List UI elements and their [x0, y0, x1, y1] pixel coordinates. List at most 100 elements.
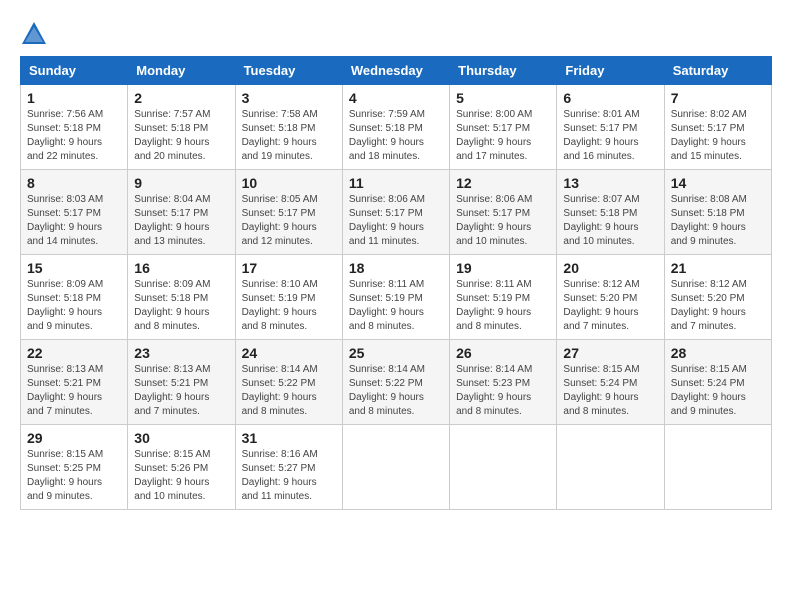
day-info: Sunrise: 7:57 AMSunset: 5:18 PMDaylight:… — [134, 108, 228, 164]
calendar-cell: 7Sunrise: 8:02 AMSunset: 5:17 PMDaylight… — [664, 85, 771, 170]
day-info: Sunrise: 8:12 AMSunset: 5:20 PMDaylight:… — [563, 278, 657, 334]
day-info: Sunrise: 8:13 AMSunset: 5:21 PMDaylight:… — [134, 363, 228, 419]
calendar-cell: 27 Sunrise: 8:15 AMSunset: 5:24 PMDayligh… — [557, 340, 664, 425]
day-info: Sunrise: 8:14 AMSunset: 5:22 PMDaylight:… — [242, 363, 336, 419]
day-number: 6 — [563, 90, 657, 106]
calendar-cell: 2 Sunrise: 7:57 AMSunset: 5:18 PMDaylight… — [128, 85, 235, 170]
day-number: 16 — [134, 260, 228, 276]
calendar-cell: 9Sunrise: 8:04 AMSunset: 5:17 PMDaylight… — [128, 170, 235, 255]
day-number: 29 — [27, 430, 121, 446]
calendar-cell — [342, 425, 449, 510]
day-info: Sunrise: 8:01 AMSunset: 5:17 PMDaylight:… — [563, 108, 657, 164]
calendar-cell: 4Sunrise: 7:59 AMSunset: 5:18 PMDaylight… — [342, 85, 449, 170]
calendar-cell — [664, 425, 771, 510]
calendar-cell: 25 Sunrise: 8:14 AMSunset: 5:22 PMDayligh… — [342, 340, 449, 425]
day-info: Sunrise: 8:03 AMSunset: 5:17 PMDaylight:… — [27, 193, 121, 249]
calendar-cell — [557, 425, 664, 510]
day-number: 2 — [134, 90, 228, 106]
day-header-monday: Monday — [128, 57, 235, 85]
day-info: Sunrise: 8:15 AMSunset: 5:26 PMDaylight:… — [134, 448, 228, 504]
day-info: Sunrise: 8:05 AMSunset: 5:17 PMDaylight:… — [242, 193, 336, 249]
day-number: 30 — [134, 430, 228, 446]
day-number: 18 — [349, 260, 443, 276]
day-number: 8 — [27, 175, 121, 191]
day-header-sunday: Sunday — [21, 57, 128, 85]
day-info: Sunrise: 8:15 AMSunset: 5:24 PMDaylight:… — [671, 363, 765, 419]
day-number: 1 — [27, 90, 121, 106]
day-info: Sunrise: 7:56 AMSunset: 5:18 PMDaylight:… — [27, 108, 121, 164]
calendar-cell: 8 Sunrise: 8:03 AMSunset: 5:17 PMDaylight… — [21, 170, 128, 255]
day-info: Sunrise: 8:09 AMSunset: 5:18 PMDaylight:… — [134, 278, 228, 334]
day-number: 12 — [456, 175, 550, 191]
day-number: 14 — [671, 175, 765, 191]
calendar-cell — [450, 425, 557, 510]
calendar-cell: 28 Sunrise: 8:15 AMSunset: 5:24 PMDayligh… — [664, 340, 771, 425]
logo — [20, 20, 52, 48]
day-number: 28 — [671, 345, 765, 361]
day-info: Sunrise: 8:13 AMSunset: 5:21 PMDaylight:… — [27, 363, 121, 419]
calendar-cell: 12 Sunrise: 8:06 AMSunset: 5:17 PMDayligh… — [450, 170, 557, 255]
day-number: 17 — [242, 260, 336, 276]
day-number: 27 — [563, 345, 657, 361]
calendar-cell: 5 Sunrise: 8:00 AMSunset: 5:17 PMDaylight… — [450, 85, 557, 170]
calendar-cell: 3Sunrise: 7:58 AMSunset: 5:18 PMDaylight… — [235, 85, 342, 170]
day-info: Sunrise: 8:06 AMSunset: 5:17 PMDaylight:… — [456, 193, 550, 249]
day-info: Sunrise: 8:15 AMSunset: 5:24 PMDaylight:… — [563, 363, 657, 419]
day-info: Sunrise: 8:10 AMSunset: 5:19 PMDaylight:… — [242, 278, 336, 334]
calendar-cell: 14 Sunrise: 8:08 AMSunset: 5:18 PMDayligh… — [664, 170, 771, 255]
day-number: 23 — [134, 345, 228, 361]
calendar-cell: 19Sunrise: 8:11 AMSunset: 5:19 PMDayligh… — [450, 255, 557, 340]
calendar-cell: 13Sunrise: 8:07 AMSunset: 5:18 PMDayligh… — [557, 170, 664, 255]
calendar-week-row: 15 Sunrise: 8:09 AMSunset: 5:18 PMDayligh… — [21, 255, 772, 340]
day-info: Sunrise: 8:09 AMSunset: 5:18 PMDaylight:… — [27, 278, 121, 334]
calendar-week-row: 8 Sunrise: 8:03 AMSunset: 5:17 PMDaylight… — [21, 170, 772, 255]
day-info: Sunrise: 8:08 AMSunset: 5:18 PMDaylight:… — [671, 193, 765, 249]
day-info: Sunrise: 8:15 AMSunset: 5:25 PMDaylight:… — [27, 448, 121, 504]
calendar-cell: 6 Sunrise: 8:01 AMSunset: 5:17 PMDaylight… — [557, 85, 664, 170]
logo-icon — [20, 20, 48, 48]
calendar-cell: 17 Sunrise: 8:10 AMSunset: 5:19 PMDayligh… — [235, 255, 342, 340]
day-number: 26 — [456, 345, 550, 361]
day-number: 25 — [349, 345, 443, 361]
day-info: Sunrise: 8:14 AMSunset: 5:23 PMDaylight:… — [456, 363, 550, 419]
day-info: Sunrise: 8:04 AMSunset: 5:17 PMDaylight:… — [134, 193, 228, 249]
calendar-week-row: 1 Sunrise: 7:56 AMSunset: 5:18 PMDaylight… — [21, 85, 772, 170]
day-number: 10 — [242, 175, 336, 191]
day-number: 24 — [242, 345, 336, 361]
day-number: 5 — [456, 90, 550, 106]
day-number: 22 — [27, 345, 121, 361]
calendar-cell: 21 Sunrise: 8:12 AMSunset: 5:20 PMDayligh… — [664, 255, 771, 340]
day-number: 13 — [563, 175, 657, 191]
calendar-cell: 16 Sunrise: 8:09 AMSunset: 5:18 PMDayligh… — [128, 255, 235, 340]
day-info: Sunrise: 8:16 AMSunset: 5:27 PMDaylight:… — [242, 448, 336, 504]
day-number: 15 — [27, 260, 121, 276]
calendar-cell: 10 Sunrise: 8:05 AMSunset: 5:17 PMDayligh… — [235, 170, 342, 255]
day-info: Sunrise: 8:11 AMSunset: 5:19 PMDaylight:… — [349, 278, 443, 334]
day-number: 21 — [671, 260, 765, 276]
calendar-cell: 29 Sunrise: 8:15 AMSunset: 5:25 PMDayligh… — [21, 425, 128, 510]
calendar-cell: 18 Sunrise: 8:11 AMSunset: 5:19 PMDayligh… — [342, 255, 449, 340]
day-number: 3 — [242, 90, 336, 106]
day-number: 31 — [242, 430, 336, 446]
day-number: 20 — [563, 260, 657, 276]
header — [20, 20, 772, 48]
day-header-friday: Friday — [557, 57, 664, 85]
day-number: 11 — [349, 175, 443, 191]
day-info: Sunrise: 8:02 AMSunset: 5:17 PMDaylight:… — [671, 108, 765, 164]
calendar-cell: 22 Sunrise: 8:13 AMSunset: 5:21 PMDayligh… — [21, 340, 128, 425]
day-info: Sunrise: 8:00 AMSunset: 5:17 PMDaylight:… — [456, 108, 550, 164]
calendar-header-row: SundayMondayTuesdayWednesdayThursdayFrid… — [21, 57, 772, 85]
day-info: Sunrise: 8:12 AMSunset: 5:20 PMDaylight:… — [671, 278, 765, 334]
day-info: Sunrise: 8:11 AMSunset: 5:19 PMDaylight:… — [456, 278, 550, 334]
calendar-cell: 23 Sunrise: 8:13 AMSunset: 5:21 PMDayligh… — [128, 340, 235, 425]
calendar-week-row: 29 Sunrise: 8:15 AMSunset: 5:25 PMDayligh… — [21, 425, 772, 510]
calendar-cell: 31 Sunrise: 8:16 AMSunset: 5:27 PMDayligh… — [235, 425, 342, 510]
day-info: Sunrise: 8:14 AMSunset: 5:22 PMDaylight:… — [349, 363, 443, 419]
calendar-cell: 24 Sunrise: 8:14 AMSunset: 5:22 PMDayligh… — [235, 340, 342, 425]
day-info: Sunrise: 7:59 AMSunset: 5:18 PMDaylight:… — [349, 108, 443, 164]
calendar: SundayMondayTuesdayWednesdayThursdayFrid… — [20, 56, 772, 510]
calendar-cell: 1 Sunrise: 7:56 AMSunset: 5:18 PMDaylight… — [21, 85, 128, 170]
day-header-tuesday: Tuesday — [235, 57, 342, 85]
day-header-thursday: Thursday — [450, 57, 557, 85]
calendar-week-row: 22 Sunrise: 8:13 AMSunset: 5:21 PMDayligh… — [21, 340, 772, 425]
